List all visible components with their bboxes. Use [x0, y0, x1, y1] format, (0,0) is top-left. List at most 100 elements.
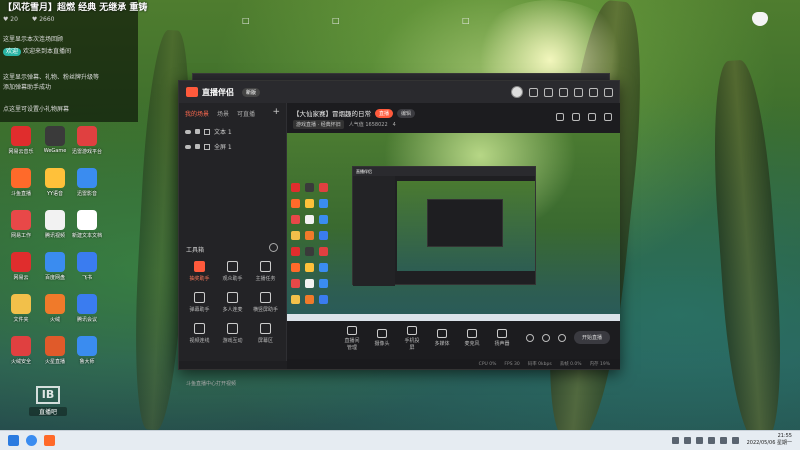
app-icon: [45, 210, 65, 230]
desktop-icon[interactable]: 腾讯视频: [38, 210, 72, 239]
app-icon: [45, 294, 65, 314]
footer-notice[interactable]: 斗鱼直播中心打开视频: [186, 380, 236, 387]
desktop-icon[interactable]: 网易云音乐: [4, 126, 38, 155]
room-manage-button[interactable]: 直播间管理: [343, 325, 361, 351]
tool-multi-mic[interactable]: 多人连麦: [216, 292, 249, 313]
desktop-icon[interactable]: 飞书: [70, 252, 104, 281]
likes-count: ♥ 20: [3, 16, 18, 23]
edit-button[interactable]: 编辑: [397, 108, 416, 118]
desktop-mini-icon[interactable]: □: [242, 16, 250, 25]
media-button[interactable]: 多媒体: [433, 329, 451, 347]
tool-audience[interactable]: 观众助手: [216, 261, 249, 282]
app-icon: [45, 168, 65, 188]
title-bar-actions: [511, 86, 613, 98]
camera-button[interactable]: 摄像头: [373, 329, 391, 347]
desktop-icon[interactable]: 火绒安全: [4, 336, 38, 365]
tool-video-link[interactable]: 视频连线: [183, 323, 216, 344]
tool-tasks[interactable]: 主播任务: [249, 261, 282, 282]
tool-game[interactable]: 游戏互动: [216, 323, 249, 344]
desktop-icon-label: 鲁大师: [79, 359, 95, 365]
room-category[interactable]: 游戏直播 · 经典怀旧: [293, 120, 344, 129]
desktop-icon[interactable]: 迅雷影音: [70, 168, 104, 197]
taskbar-app-icon[interactable]: [44, 435, 55, 446]
menu-icon[interactable]: [559, 87, 568, 97]
tray-icon[interactable]: [684, 437, 691, 444]
tab-scenes[interactable]: 场景: [217, 109, 229, 118]
desktop-icon[interactable]: 火星直播: [38, 336, 72, 365]
preview-desktop: [287, 133, 342, 321]
timer-icon[interactable]: [541, 333, 550, 342]
scene-item[interactable]: 文本 1: [179, 124, 286, 139]
close-icon[interactable]: [604, 87, 613, 97]
desktop-mini-icon[interactable]: □: [332, 16, 340, 25]
desktop-mini-icon[interactable]: □: [462, 16, 470, 25]
add-scene-icon[interactable]: +: [272, 107, 280, 117]
volume-icon[interactable]: [732, 437, 739, 444]
tab-my-scenes[interactable]: 我的场景: [185, 109, 209, 118]
desktop-icon[interactable]: 火绒: [38, 294, 72, 323]
clipboard-icon[interactable]: [572, 113, 580, 121]
app-icon: [77, 294, 97, 314]
tray-icon[interactable]: [696, 437, 703, 444]
start-icon[interactable]: [8, 435, 19, 446]
scene-item[interactable]: 全屏 1: [179, 139, 286, 154]
version-tag[interactable]: 新版: [242, 87, 261, 97]
tool-screen[interactable]: 屏幕区: [249, 323, 282, 344]
desktop-icon[interactable]: WeGame: [38, 126, 72, 154]
lock-icon[interactable]: [195, 144, 200, 149]
welcome-text: 欢迎来到本直播间: [22, 48, 71, 55]
desktop-icon[interactable]: 斗鱼直播: [4, 168, 38, 197]
mail-icon[interactable]: [529, 87, 538, 97]
preview-desktop-icon: [291, 199, 300, 208]
desktop-icon[interactable]: 迅雷游戏平台: [70, 126, 104, 155]
preview-desktop-icon: [291, 231, 300, 240]
phone-cast-button[interactable]: 手机投屏: [403, 325, 421, 351]
room-name: 【大仙家赛】冒烟趣的日常: [293, 110, 371, 118]
preview-desktop-icon: [305, 247, 314, 256]
tool-lottery[interactable]: 抽奖助手: [183, 261, 216, 282]
gift-box-icon[interactable]: [556, 113, 564, 121]
speaker-button[interactable]: 扬声器: [493, 329, 511, 347]
gear-icon[interactable]: [557, 333, 566, 342]
preview-desktop-icon: [305, 295, 314, 304]
desktop-icon[interactable]: 网易工作: [4, 210, 38, 239]
visibility-icon[interactable]: [185, 129, 191, 134]
preview-desktop-icon: [291, 215, 300, 224]
cat-widget-icon[interactable]: [752, 12, 768, 26]
calendar-icon[interactable]: [588, 113, 596, 121]
settings-icon[interactable]: [544, 87, 553, 97]
room-popularity: 人气值 1658022: [348, 122, 388, 128]
desktop-icon[interactable]: 文件夹: [4, 294, 38, 323]
tool-orientation[interactable]: 横竖屏助手: [249, 292, 282, 313]
desktop-icon[interactable]: 鲁大师: [70, 336, 104, 365]
app-icon: [11, 126, 31, 146]
share-icon[interactable]: [604, 113, 612, 121]
maximize-icon[interactable]: [589, 87, 598, 97]
desktop-icon[interactable]: 网易云: [4, 252, 38, 281]
system-clock[interactable]: 21:55 2022/05/06 星期一: [747, 433, 792, 447]
desktop-icon[interactable]: 百度网盘: [38, 252, 72, 281]
app-icon: [11, 294, 31, 314]
live-badge: 直播: [375, 108, 394, 118]
microphone-button[interactable]: 麦克风: [463, 329, 481, 347]
toolbox-toggle-icon[interactable]: [269, 243, 278, 252]
wifi-icon[interactable]: [720, 437, 727, 444]
lock-icon[interactable]: [195, 129, 200, 134]
start-live-button[interactable]: 开始直播: [573, 331, 610, 344]
search-icon[interactable]: [26, 435, 37, 446]
desktop-icon[interactable]: YY语音: [38, 168, 72, 197]
desktop-icon[interactable]: 新建文本文档: [70, 210, 104, 239]
live-preview[interactable]: 直播伴侣: [287, 133, 620, 321]
overlay-line: 这里显示本次连场回顾: [3, 36, 64, 43]
tray-icon[interactable]: [708, 437, 715, 444]
record-icon[interactable]: [525, 333, 534, 342]
minimize-icon[interactable]: [574, 87, 583, 97]
room-actions: [556, 113, 612, 121]
nested-title: 直播伴侣: [353, 167, 535, 176]
visibility-icon[interactable]: [185, 144, 191, 149]
tab-live[interactable]: 可直播: [237, 109, 255, 118]
tool-danmaku[interactable]: 弹幕助手: [183, 292, 216, 313]
tray-icon[interactable]: [672, 437, 679, 444]
desktop-icon[interactable]: 腾讯会议: [70, 294, 104, 323]
avatar[interactable]: [511, 86, 523, 98]
